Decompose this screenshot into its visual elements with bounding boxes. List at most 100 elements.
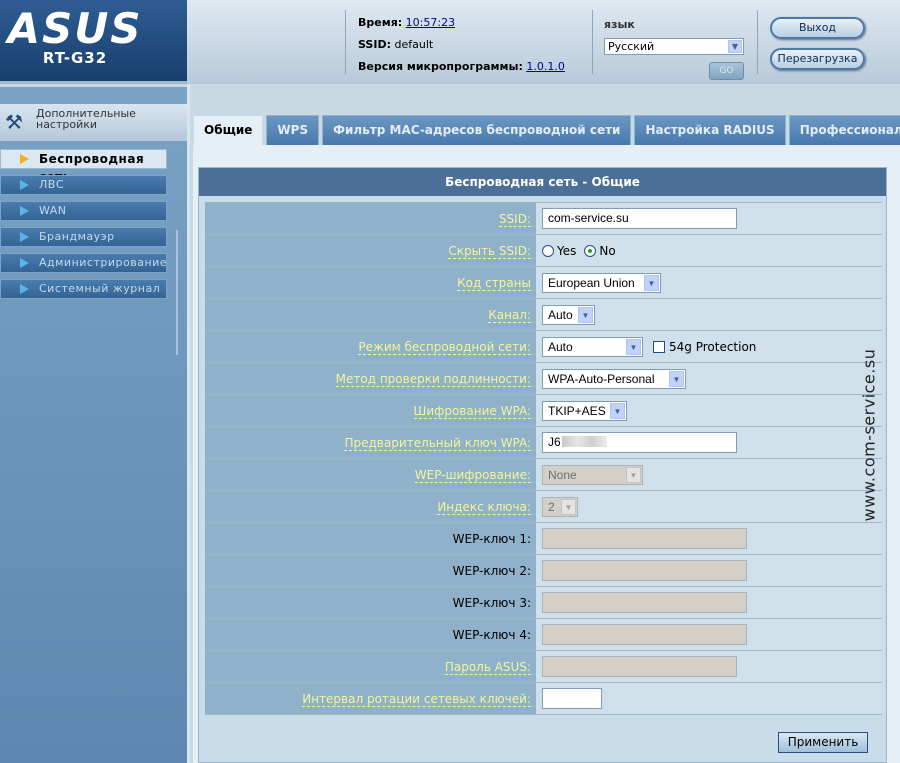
chevron-down-icon: ▼ [669,370,684,387]
hide-ssid-label[interactable]: Скрыть SSID: [448,244,531,259]
sidebar-menu: Беспроводная сеть ЛВС WAN Брандмауэр Адм… [0,149,167,305]
tools-icon: ⚒ [5,110,23,134]
form-title: Беспроводная сеть - Общие [199,168,886,196]
table-row: Предварительный ключ WPA: J6 [205,427,882,459]
table-row: WEP-ключ 4: [205,619,882,651]
watermark: www.com-service.su [854,320,884,550]
table-row: Метод проверки подлинности: WPA-Auto-Per… [205,363,882,395]
reboot-button[interactable]: Перезагрузка [770,48,865,70]
key-rotation-input[interactable] [542,688,602,709]
wpa-encryption-label[interactable]: Шифрование WPA: [413,404,531,419]
sidebar-item-wireless[interactable]: Беспроводная сеть [0,149,167,184]
watermark-text: www.com-service.su [859,348,879,522]
wpa-psk-input[interactable]: J6 [542,432,737,453]
table-row: Канал: Auto ▼ [205,299,882,331]
arrow-right-icon [20,206,29,216]
country-code-label[interactable]: Код страны [457,276,531,291]
top-header: Время: 10:57:23 SSID: default Версия мик… [187,0,900,84]
chevron-down-icon: ▼ [626,466,641,483]
key-rotation-label[interactable]: Интервал ротации сетевых ключей: [302,692,531,707]
time-label: Время: [358,16,403,29]
table-row: Интервал ротации сетевых ключей: [205,683,882,715]
wpa-encryption-select[interactable]: TKIP+AES ▼ [542,400,627,421]
auth-method-select[interactable]: WPA-Auto-Personal ▼ [542,368,686,389]
country-code-value: European Union [548,275,635,290]
wireless-mode-label[interactable]: Режим беспроводной сети: [358,340,531,355]
key-index-label[interactable]: Индекс ключа: [437,500,531,515]
wep-key-3-input [542,592,747,613]
sidebar: ⚒ Дополнительные настройки Беспроводная … [0,87,187,763]
wep-key-2-label: WEP-ключ 2: [452,564,531,578]
sidebar-item-label: ЛВС [39,178,64,191]
chevron-down-icon: ▼ [626,338,641,355]
ssid-label: SSID: [358,38,391,51]
header-divider [592,10,593,74]
sidebar-item-firewall[interactable]: Брандмауэр [0,227,167,247]
tab-radius[interactable]: Настройка RADIUS [634,115,786,145]
chevron-down-icon: ▼ [644,274,659,291]
time-link[interactable]: 10:57:23 [406,16,455,29]
sidebar-item-label: Администрирование [39,256,168,269]
sidebar-item-label: Брандмауэр [39,230,115,243]
tab-professional[interactable]: Профессионально [788,115,900,145]
sidebar-item-wan[interactable]: WAN [0,201,167,221]
advanced-settings-label: Дополнительные настройки [36,107,136,131]
wep-key-2-input [542,560,747,581]
chevron-down-icon: ▼ [728,40,742,53]
tab-mac-filter[interactable]: Фильтр MAC-адресов беспроводной сети [322,115,632,145]
language-label: язык [604,18,635,31]
table-row: WEP-ключ 2: [205,555,882,587]
asus-logo: ASUS [7,4,143,53]
tab-wps[interactable]: WPS [266,115,320,145]
tab-general[interactable]: Общие [193,115,264,145]
wep-key-4-label: WEP-ключ 4: [452,628,531,642]
redacted-blur [561,436,607,447]
channel-label[interactable]: Канал: [488,308,531,323]
sidebar-item-label: WAN [39,204,67,217]
auth-method-label[interactable]: Метод проверки подлинности: [335,372,531,387]
asus-password-input [542,656,737,677]
wpa-psk-label[interactable]: Предварительный ключ WPA: [344,436,531,451]
arrow-right-icon [20,284,29,294]
logout-button[interactable]: Выход [770,17,865,39]
apply-button[interactable]: Применить [778,732,868,753]
channel-select[interactable]: Auto ▼ [542,304,595,325]
arrow-right-icon [20,258,29,268]
sidebar-item-lan[interactable]: ЛВС [0,175,167,195]
wireless-general-form: Беспроводная сеть - Общие SSID: com-serv… [198,167,887,763]
table-row: WEP-ключ 1: [205,523,882,555]
protection-checkbox[interactable] [653,340,665,353]
hide-ssid-no-radio[interactable] [584,244,597,257]
table-row: SSID: com-service.su [205,203,882,235]
key-index-select: 2 ▼ [542,496,578,517]
channel-value: Auto [548,307,573,322]
apply-row: Применить [205,728,882,758]
ssid-field-label[interactable]: SSID: [498,212,531,227]
wireless-mode-select[interactable]: Auto ▼ [542,336,643,357]
sidebar-item-system-log[interactable]: Системный журнал [0,279,167,299]
logo-area: ASUS RT-G32 [0,0,187,84]
go-button[interactable]: GO [709,62,744,80]
firmware-label: Версия микропрограммы: [358,60,523,73]
hide-ssid-yes-radio[interactable] [542,244,554,257]
chevron-down-icon: ▼ [578,306,593,323]
language-select[interactable]: Русский ▼ [604,38,744,55]
header-divider [345,10,346,74]
arrow-right-icon [20,180,29,190]
wep-key-4-input [542,624,747,645]
sidebar-item-administration[interactable]: Администрирование [0,253,167,273]
arrow-right-icon [20,154,29,164]
country-code-select[interactable]: European Union ▼ [542,272,661,293]
wep-encryption-label[interactable]: WEP-шифрование: [414,468,531,483]
firmware-link[interactable]: 1.0.1.0 [526,60,564,73]
arrow-right-icon [20,232,29,242]
key-index-value: 2 [548,499,555,514]
asus-password-label[interactable]: Пароль ASUS: [444,660,531,675]
table-row: Код страны European Union ▼ [205,267,882,299]
tab-bar: Общие WPS Фильтр MAC-адресов беспроводно… [193,115,900,145]
wpa-psk-value: J6 [548,435,561,449]
sidebar-edge [187,84,190,763]
language-value: Русский [608,40,655,53]
wireless-mode-value: Auto [548,339,573,354]
ssid-input[interactable]: com-service.su [542,208,737,229]
